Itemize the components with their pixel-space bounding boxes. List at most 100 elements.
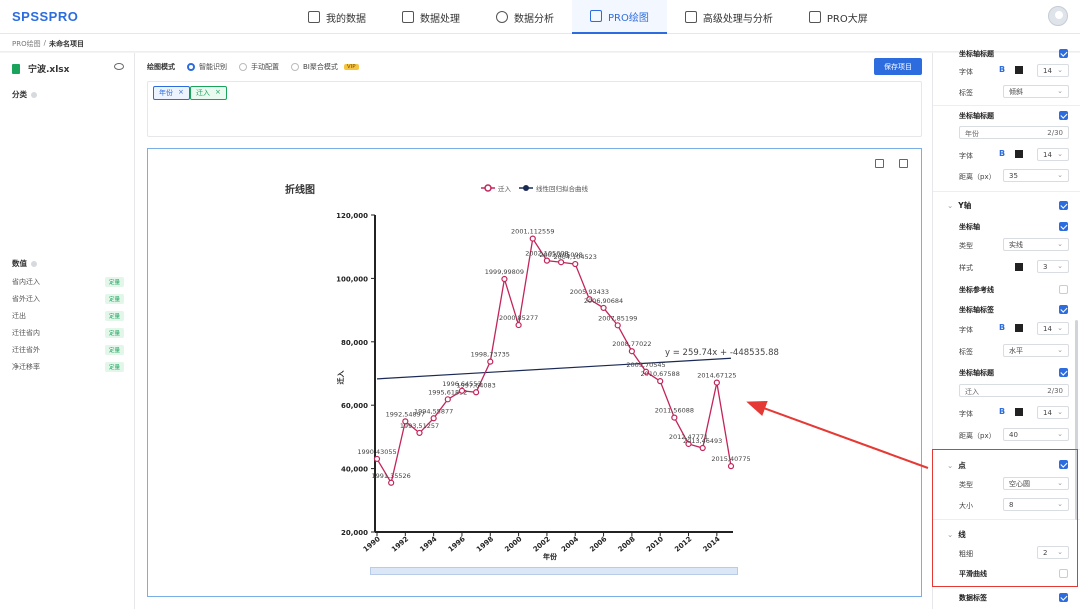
font-size-select[interactable]: 14	[1037, 406, 1069, 419]
bold-toggle[interactable]: B	[999, 149, 1005, 158]
distance-select[interactable]: 35	[1003, 169, 1069, 182]
breadcrumb: PRO绘图 / 未命名项目	[0, 34, 1080, 52]
data-label: 1990,43055	[357, 448, 396, 456]
color-swatch[interactable]	[1015, 150, 1023, 158]
mode-manual-radio[interactable]: 手动配置	[239, 62, 279, 72]
quantitative-badge: 定量	[104, 311, 124, 321]
close-icon[interactable]: ×	[215, 88, 221, 98]
x-tick-label: 2012	[673, 535, 693, 554]
label-rotation-select[interactable]: 水平	[1003, 344, 1069, 357]
checkbox[interactable]	[1059, 222, 1068, 231]
bold-toggle[interactable]: B	[999, 323, 1005, 332]
zoom-slider[interactable]	[370, 567, 738, 575]
legend-label: 迁入	[498, 184, 512, 193]
font-size-select[interactable]: 14	[1037, 148, 1069, 161]
x-tick-label: 2000	[503, 535, 523, 554]
y-tick-label: 80,000	[341, 339, 368, 347]
y-tick-label: 60,000	[341, 402, 368, 410]
variable-item[interactable]: 迁往省内 定量	[12, 328, 124, 338]
variable-item[interactable]: 省内迁入 定量	[12, 277, 124, 287]
nav-pro-screen[interactable]: PRO大屏	[791, 0, 886, 34]
pie-chart-icon	[496, 11, 508, 23]
color-swatch[interactable]	[1015, 408, 1023, 416]
color-swatch[interactable]	[1015, 324, 1023, 332]
data-label: 2008,77022	[612, 340, 651, 348]
breadcrumb-root[interactable]: PRO绘图	[12, 39, 41, 48]
font-size-select[interactable]: 14	[1037, 322, 1069, 335]
data-point	[529, 235, 536, 242]
quantitative-badge: 定量	[104, 328, 124, 338]
nav-advanced[interactable]: 高级处理与分析	[667, 0, 791, 34]
checkbox[interactable]	[1059, 285, 1068, 294]
data-label: 1994,55877	[414, 407, 453, 415]
data-point	[501, 275, 508, 283]
data-point	[713, 379, 720, 386]
field-drop-zone[interactable]: 年份 × 迁入 ×	[147, 81, 922, 137]
data-label: 2013,46493	[683, 437, 722, 445]
checkbox[interactable]	[1059, 305, 1068, 314]
data-label: 2006,90684	[584, 297, 623, 305]
y-tick-label: 100,000	[336, 275, 368, 283]
x-tick-label: 2006	[588, 535, 608, 554]
bold-toggle[interactable]: B	[999, 407, 1005, 416]
bold-toggle[interactable]: B	[999, 65, 1005, 74]
vip-badge: VIP	[343, 64, 359, 70]
data-label: 1999,99809	[485, 268, 524, 276]
y-tick-label: 120,000	[336, 212, 368, 220]
data-label: 2009,70545	[626, 361, 665, 369]
y-axis-title: 迁入	[336, 371, 345, 385]
font-size-select[interactable]: 14	[1037, 64, 1069, 77]
quantitative-badge: 定量	[104, 294, 124, 304]
color-swatch[interactable]	[1015, 263, 1023, 271]
x-tick-label: 2008	[617, 535, 637, 554]
y-tick-label: 20,000	[341, 529, 368, 537]
close-icon[interactable]: ×	[178, 88, 184, 98]
distance-select[interactable]: 40	[1003, 428, 1069, 441]
checkbox[interactable]	[1059, 201, 1068, 210]
nav-data-processing[interactable]: 数据处理	[384, 0, 478, 34]
numeric-section-title: 数值	[12, 258, 37, 269]
variable-item[interactable]: 净迁移率 定量	[12, 362, 124, 372]
legend-marker	[523, 185, 529, 191]
data-label: 2007,85199	[598, 314, 637, 322]
data-point	[657, 378, 664, 385]
nav-data-analysis[interactable]: 数据分析	[478, 0, 572, 34]
cube-stack-icon	[308, 11, 320, 23]
variable-item[interactable]: 迁往省外 定量	[12, 345, 124, 355]
main-area: 绘图模式 智能识别 手动配置 BI聚合模式 VIP 保存项目 年份 × 迁入 × 折线…	[135, 53, 932, 609]
data-label: 2015,40775	[711, 455, 750, 463]
variable-item[interactable]: 省外迁入 定量	[12, 294, 124, 304]
line-chart: 折线图 迁入 线性回归拟合曲线20,00040,00060,00080,000100…	[285, 183, 779, 561]
y-axis-group[interactable]: Y轴	[947, 200, 971, 211]
data-label: 1993,51257	[400, 422, 439, 430]
data-point	[388, 479, 395, 486]
data-label: 1991,35526	[372, 472, 411, 480]
color-swatch[interactable]	[1015, 66, 1023, 74]
monitor-chart-icon	[808, 11, 821, 23]
checkbox[interactable]	[1059, 49, 1068, 58]
save-project-button[interactable]: 保存项目	[874, 58, 922, 75]
checkbox[interactable]	[1059, 368, 1068, 377]
x-field-chip[interactable]: 年份 ×	[153, 86, 190, 100]
info-icon	[31, 92, 37, 98]
line-width-select[interactable]: 3	[1037, 260, 1069, 273]
data-label: 2001,112559	[511, 228, 554, 236]
logo[interactable]: SPSSPRO	[12, 9, 78, 24]
mode-smart-radio[interactable]: 智能识别	[187, 62, 227, 72]
nav-my-data[interactable]: 我的数据	[290, 0, 384, 34]
label-rotation-select[interactable]: 倾斜	[1003, 85, 1069, 98]
eye-icon[interactable]	[114, 63, 124, 70]
y-field-chip[interactable]: 迁入 ×	[190, 86, 227, 100]
y-axis-title-input[interactable]: 迁入 2/30	[959, 384, 1069, 397]
checkbox[interactable]	[1059, 593, 1068, 602]
x-axis-title-input[interactable]: 年份 2/30	[959, 126, 1069, 139]
line-type-select[interactable]: 实线	[1003, 238, 1069, 251]
checkbox[interactable]	[1059, 111, 1068, 120]
legend-label: 线性回归拟合曲线	[536, 184, 589, 193]
mode-bi-radio[interactable]: BI聚合模式 VIP	[291, 62, 359, 72]
nav-pro-plot[interactable]: PRO绘图	[572, 0, 667, 34]
variable-item[interactable]: 迁出 定量	[12, 311, 124, 321]
box-icon	[402, 11, 414, 23]
file-name: 宁波.xlsx	[28, 65, 70, 75]
avatar[interactable]	[1048, 6, 1068, 26]
